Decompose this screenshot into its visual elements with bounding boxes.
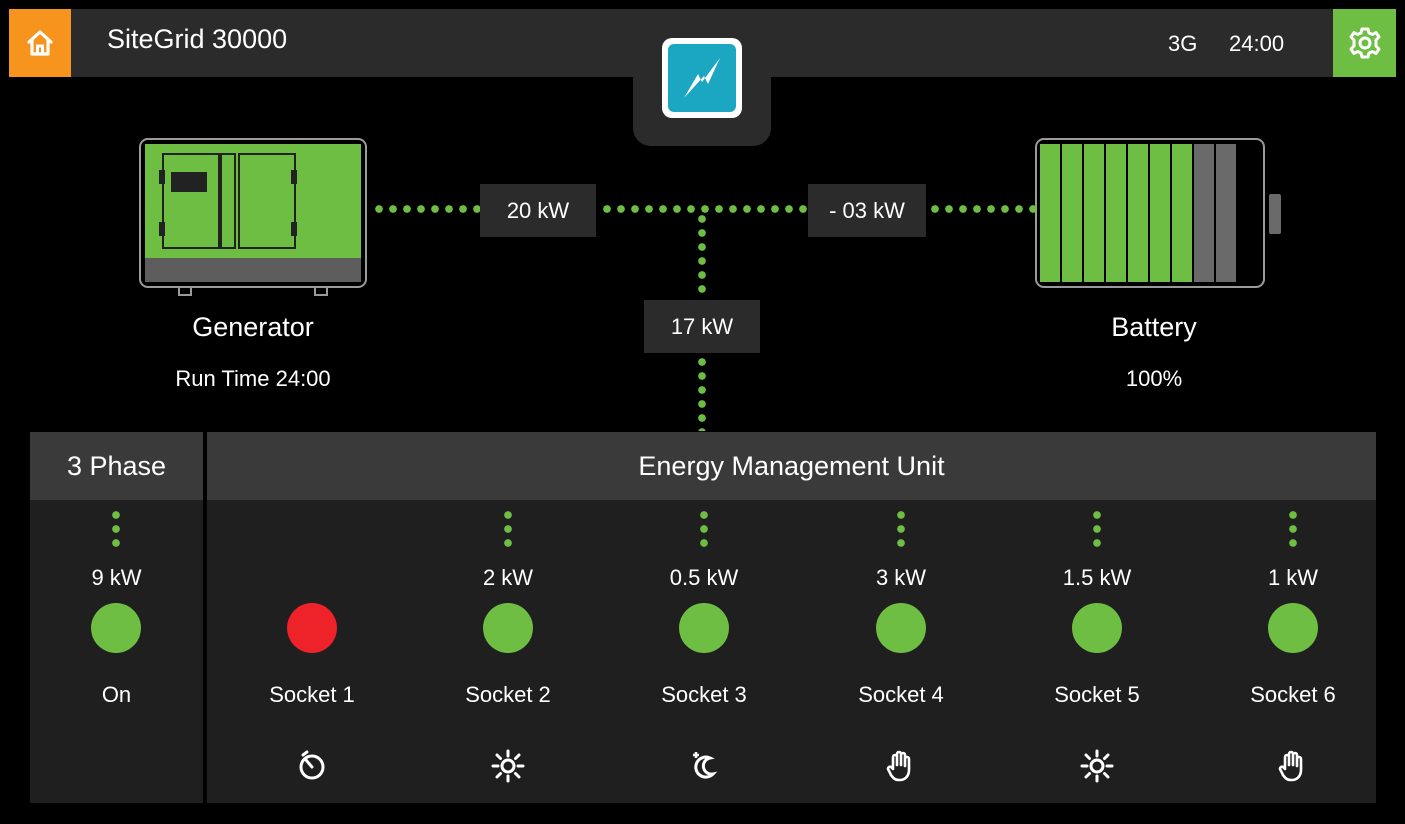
hand-icon[interactable] [883,748,919,784]
battery-label: Battery [1111,312,1197,342]
socket-status-indicator[interactable] [876,603,926,653]
socket-power: 0.5 kW [669,565,739,590]
battery-cell [1062,144,1082,282]
generator-run-time: Run Time 24:00 [175,366,331,391]
flow-line-battery [928,205,1036,213]
socket-label: Socket 2 [465,682,551,707]
generator-power: 20 kW [480,184,596,237]
settings-button[interactable] [1333,9,1396,77]
socket-status-indicator[interactable] [1072,603,1122,653]
generator-icon [139,138,367,296]
phase-status-indicator[interactable] [91,603,141,653]
socket-label: Socket 1 [269,682,355,707]
logo[interactable] [662,37,742,118]
socket-power: 1.5 kW [1062,565,1132,590]
battery-cell [1084,144,1104,282]
timer-icon[interactable] [294,748,330,784]
gear-icon [1349,27,1380,59]
socket-flow-line [897,508,905,552]
emu-title: Energy Management Unit [207,432,1376,500]
socket-status-indicator[interactable] [287,603,337,653]
socket-flow-line [1093,508,1101,552]
battery-power: - 03 kW [808,184,926,237]
clock: 24:00 [1229,31,1285,56]
socket-power: 2 kW [482,565,534,590]
battery-cell [1040,144,1060,282]
socket-label: Socket 6 [1250,682,1336,707]
home-icon [27,30,53,56]
flow-line-generator [372,205,480,213]
load-power: 17 kW [644,300,760,353]
hand-icon[interactable] [1275,748,1311,784]
socket-label: Socket 3 [661,682,747,707]
phase-status: On [101,682,132,707]
battery-graphic [1035,138,1295,295]
socket-power: 3 kW [875,565,927,590]
socket-status-indicator[interactable] [1268,603,1318,653]
phase-power: 9 kW [91,565,142,590]
generator-graphic [139,138,367,301]
socket-flow-line [700,508,708,552]
generator-label: Generator [192,312,314,342]
moon-icon[interactable] [686,748,722,784]
socket-power: 1 kW [1267,565,1319,590]
battery-cell [1128,144,1148,282]
app-title: SiteGrid 30000 [107,24,288,54]
flow-line-load-upper [698,212,706,298]
socket-label: Socket 4 [858,682,944,707]
logo-tab [633,9,771,146]
phase-flow-line [112,508,120,552]
socket-flow-line [1289,508,1297,552]
home-button[interactable] [9,9,71,77]
socket-status-indicator[interactable] [679,603,729,653]
lightning-bolt-icon [684,57,720,98]
socket-flow-line [504,508,512,552]
battery-cell [1216,144,1236,282]
sun-icon[interactable] [490,748,526,784]
sun-icon[interactable] [1079,748,1115,784]
battery-cell [1172,144,1192,282]
phase-title: 3 Phase [30,432,203,500]
socket-status-indicator[interactable] [483,603,533,653]
network-status: 3G [1168,31,1198,56]
socket-label: Socket 5 [1054,682,1140,707]
battery-icon [1035,138,1281,288]
battery-charge: 100% [1125,366,1183,391]
flow-line-load-lower [698,355,706,431]
battery-cell [1150,144,1170,282]
battery-cell [1106,144,1126,282]
battery-cell [1194,144,1214,282]
